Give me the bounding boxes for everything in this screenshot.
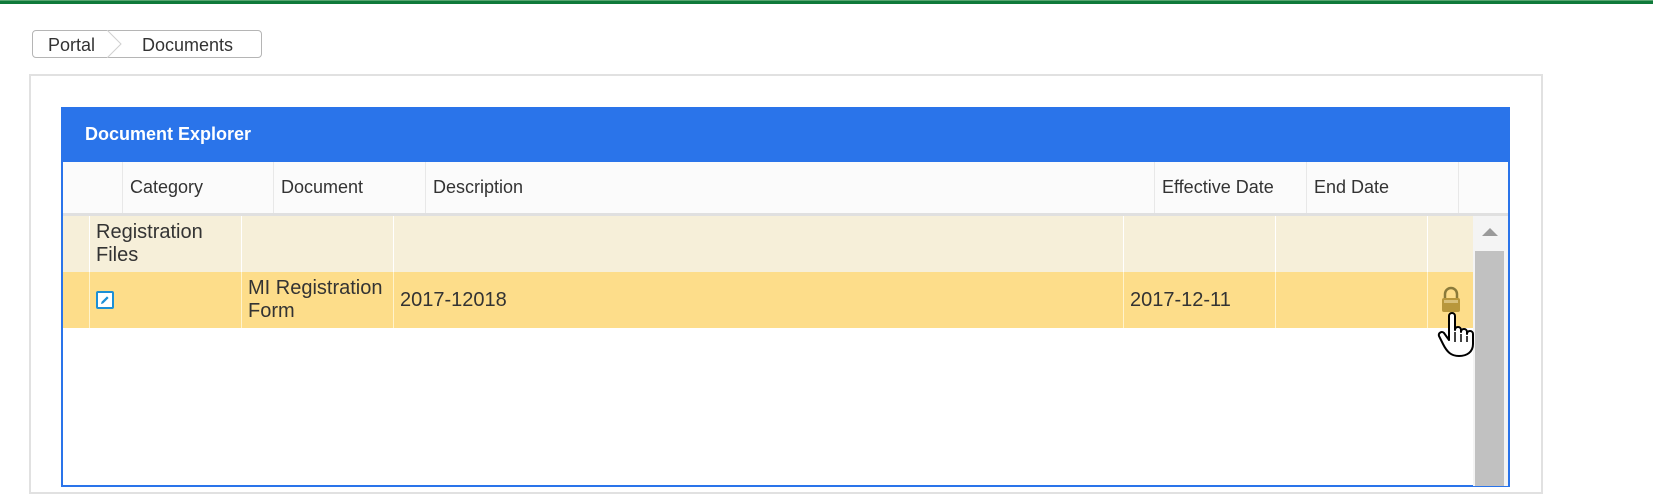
edit-icon[interactable] [96, 291, 114, 309]
breadcrumb-separator-icon [106, 30, 122, 58]
vertical-scrollbar[interactable] [1473, 216, 1508, 486]
column-header-effective-date[interactable]: Effective Date [1154, 162, 1306, 213]
scroll-up-arrow-icon[interactable] [1482, 228, 1498, 236]
header-actions-spacer [1458, 162, 1508, 213]
document-end-date [1275, 272, 1427, 328]
document-name[interactable]: MI Registration Form [241, 272, 393, 328]
column-header-category[interactable]: Category [122, 162, 273, 213]
explorer-title: Document Explorer [85, 124, 252, 144]
group-empty-cell [241, 216, 393, 272]
top-accent-bar [0, 0, 1653, 4]
group-empty-cell [1123, 216, 1275, 272]
header-spacer [63, 162, 122, 213]
document-description: 2017-12018 [393, 272, 1123, 328]
table-row[interactable]: MI Registration Form 2017-12018 2017-12-… [63, 272, 1473, 328]
group-empty-cell [1427, 216, 1473, 272]
edit-cell [89, 272, 241, 328]
document-effective-date: 2017-12-11 [1123, 272, 1275, 328]
row-indent-cell [63, 272, 89, 328]
explorer-header: Document Explorer [63, 109, 1508, 162]
column-header-row: Category Document Description Effective … [63, 162, 1508, 216]
breadcrumb: Portal Documents [32, 30, 262, 58]
group-indent-cell [63, 216, 89, 272]
group-label: Registration Files [89, 216, 241, 272]
group-empty-cell [393, 216, 1123, 272]
column-header-end-date[interactable]: End Date [1306, 162, 1458, 213]
group-empty-cell [1275, 216, 1427, 272]
document-explorer: Document Explorer Category Document Desc… [61, 107, 1510, 487]
document-grid: Registration Files MI Registration Form … [63, 216, 1473, 486]
lock-cell [1427, 272, 1473, 328]
lock-icon[interactable] [1440, 286, 1462, 314]
column-header-description[interactable]: Description [425, 162, 1154, 213]
scroll-thumb[interactable] [1475, 251, 1504, 486]
breadcrumb-portal-link[interactable]: Portal [48, 35, 95, 56]
group-row[interactable]: Registration Files [63, 216, 1473, 272]
column-header-document[interactable]: Document [273, 162, 425, 213]
breadcrumb-documents-link[interactable]: Documents [142, 35, 233, 56]
